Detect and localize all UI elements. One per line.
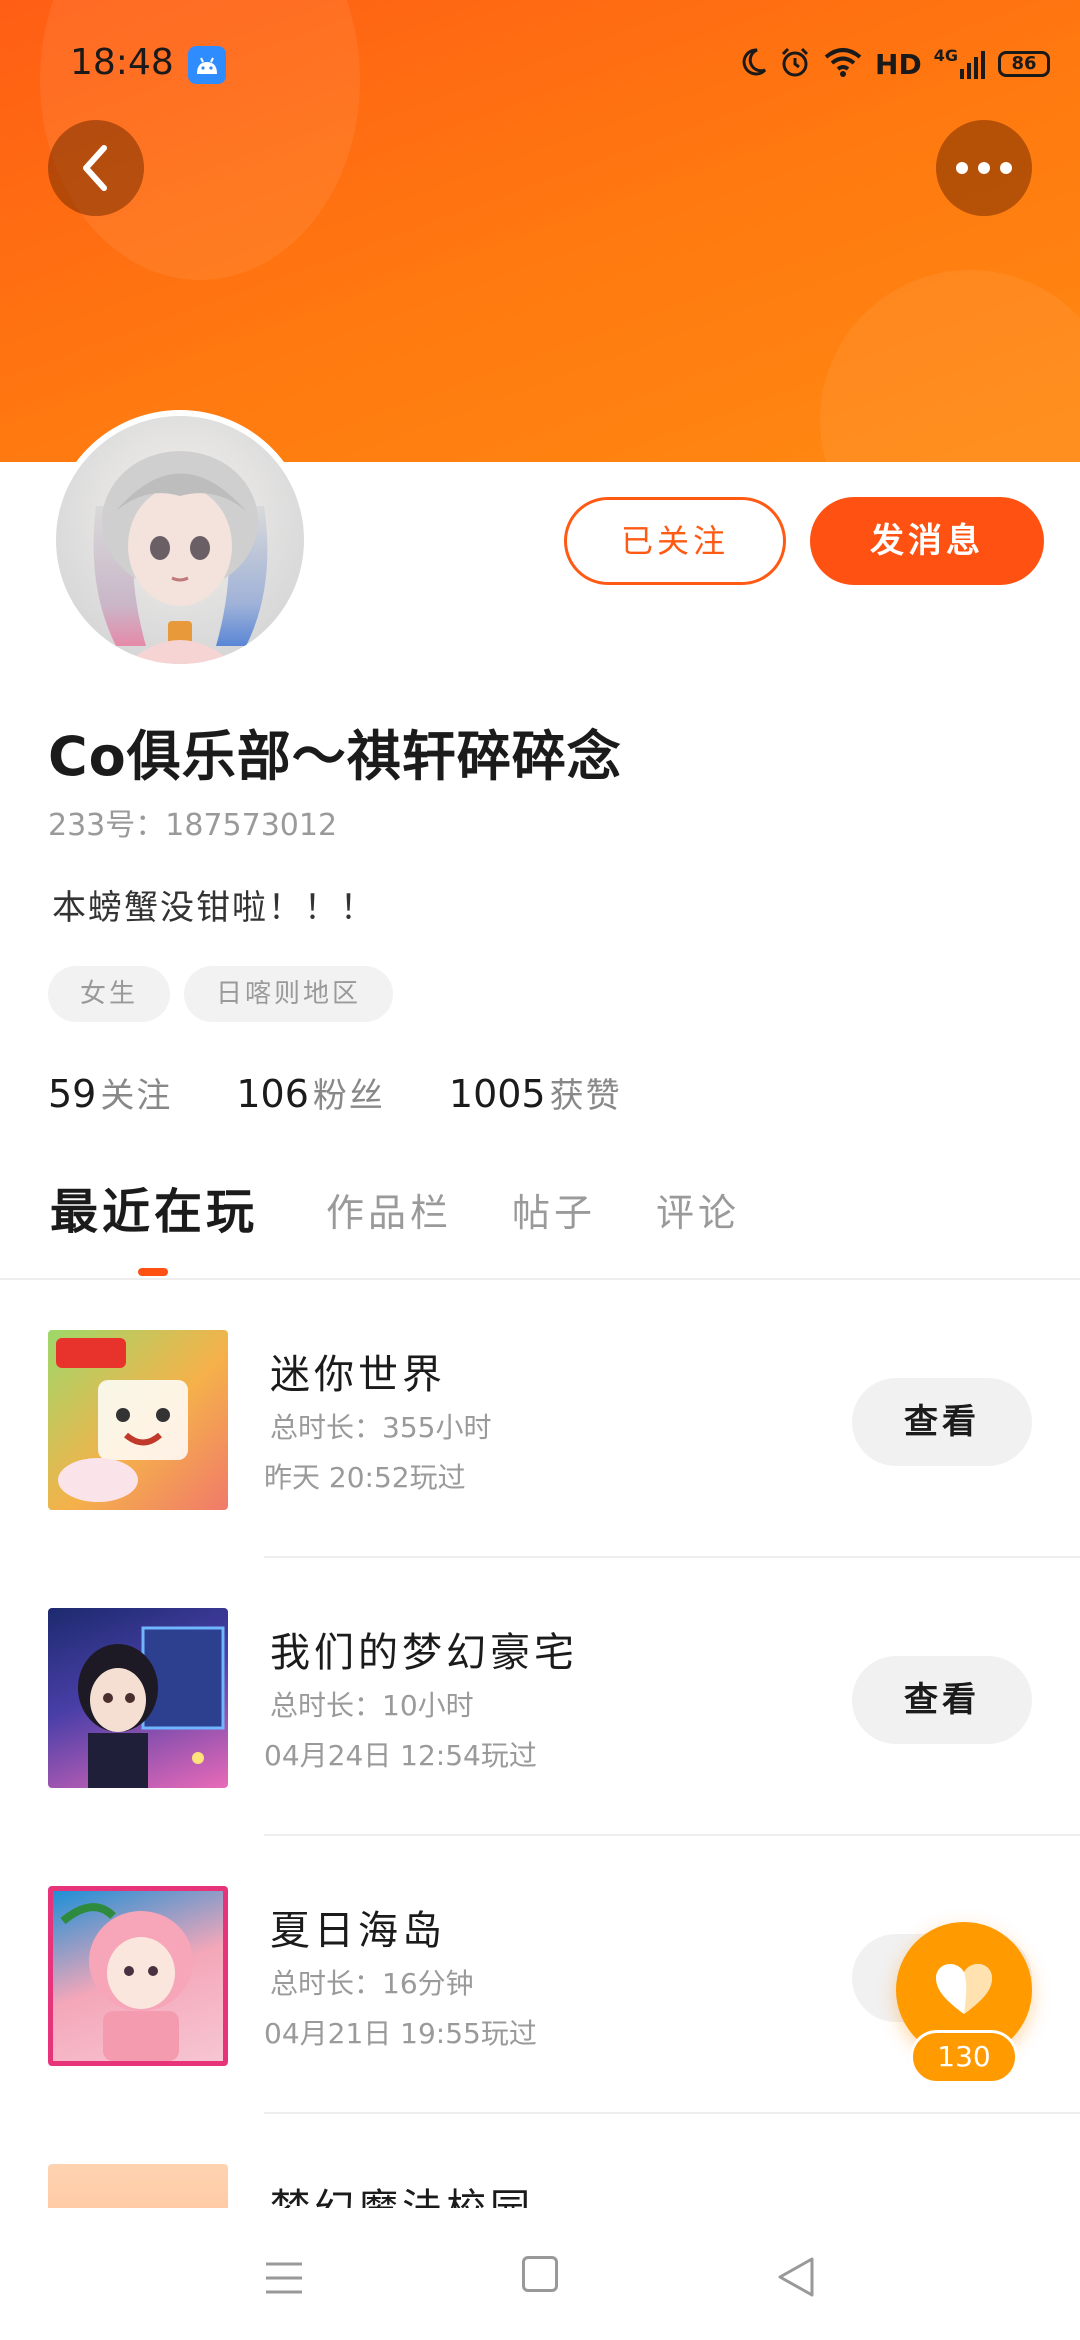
status-time: 18:48	[70, 42, 174, 83]
battery-indicator: 86	[998, 51, 1050, 77]
back-button[interactable]	[48, 120, 144, 216]
game-title: 迷你世界	[270, 1352, 446, 1398]
moon-icon	[739, 46, 767, 82]
stat-following-count: 59	[48, 1072, 97, 1116]
status-icons: HD 4G 86	[739, 44, 1050, 84]
more-button[interactable]	[936, 120, 1032, 216]
avatar-image	[56, 416, 304, 664]
list-item[interactable]: 梦幻魔法校园	[0, 2114, 1080, 2208]
android-notification-icon	[188, 46, 226, 84]
home-icon[interactable]	[522, 2256, 558, 2292]
profile-uid: 233号：187573012	[48, 808, 338, 843]
list-item[interactable]: 我们的梦幻豪宅 总时长：10小时 04月24日 12:54玩过 查看	[0, 1558, 1080, 1836]
profile-tabs: 最近在玩 作品栏 帖子 评论	[0, 1168, 1080, 1280]
game-title: 梦幻魔法校园	[270, 2176, 534, 2208]
list-item[interactable]: 迷你世界 总时长：355小时 昨天 20:52玩过 查看	[0, 1280, 1080, 1558]
stat-fans[interactable]: 106 粉丝	[236, 1068, 385, 1117]
profile-stats: 59 关注 106 粉丝 1005 获赞	[48, 1068, 622, 1117]
profile-nickname: Co俱乐部～祺轩碎碎念	[48, 725, 622, 788]
tab-comments[interactable]: 评论	[656, 1182, 740, 1237]
tab-posts[interactable]: 帖子	[512, 1182, 596, 1237]
stat-following-label: 关注	[100, 1076, 173, 1116]
stat-likes: 1005 获赞	[449, 1068, 622, 1117]
hd-indicator: HD	[875, 47, 922, 81]
active-tab-indicator	[138, 1268, 168, 1276]
game-last-played: 04月24日 12:54玩过	[264, 1739, 537, 1772]
profile-page: 18:48 HD 4G 86 已关注 发消息 Co俱乐部～祺轩碎碎念 233号：…	[0, 0, 1080, 2340]
stat-likes-label: 获赞	[549, 1076, 622, 1116]
tab-works[interactable]: 作品栏	[326, 1182, 452, 1237]
stat-following[interactable]: 59 关注	[48, 1068, 172, 1117]
following-button[interactable]: 已关注	[564, 497, 786, 585]
avatar[interactable]	[50, 410, 310, 670]
game-duration: 总时长：355小时	[270, 1411, 492, 1444]
game-icon-mini-world	[48, 1330, 228, 1510]
profile-bio: 本螃蟹没钳啦！！！	[52, 888, 376, 928]
game-icon-summer-island	[48, 1886, 228, 2066]
game-last-played: 昨天 20:52玩过	[264, 1461, 466, 1494]
alarm-icon	[779, 46, 811, 82]
tag-gender: 女生	[48, 966, 171, 1022]
heart-icon	[936, 1964, 992, 2014]
game-title: 我们的梦幻豪宅	[270, 1630, 578, 1676]
tag-region: 日喀则地区	[184, 966, 394, 1022]
system-navigation-bar	[0, 2208, 1080, 2340]
game-duration: 总时长：10小时	[270, 1689, 474, 1722]
view-button[interactable]: 查看	[852, 1378, 1032, 1466]
like-count: 130	[910, 2030, 1018, 2084]
chevron-left-icon	[83, 145, 107, 191]
wifi-icon	[823, 46, 863, 82]
game-duration: 总时长：16分钟	[270, 1967, 474, 2000]
stat-fans-count: 106	[236, 1072, 309, 1116]
tab-recently-played[interactable]: 最近在玩	[50, 1172, 258, 1242]
more-horizontal-icon	[956, 162, 1012, 174]
send-message-button[interactable]: 发消息	[810, 497, 1044, 585]
game-icon-magic-school	[48, 2164, 228, 2208]
network-type: 4G	[933, 46, 958, 65]
back-triangle-icon[interactable]	[776, 2256, 816, 2298]
signal-icon: 4G	[933, 46, 986, 79]
view-button[interactable]: 查看	[852, 1656, 1032, 1744]
stat-fans-label: 粉丝	[312, 1076, 385, 1116]
status-bar: 18:48 HD 4G 86	[0, 0, 1080, 130]
menu-icon[interactable]	[264, 2260, 304, 2296]
profile-tags: 女生 日喀则地区	[48, 966, 394, 1022]
game-title: 夏日海岛	[270, 1908, 446, 1954]
game-icon-dream-mansion	[48, 1608, 228, 1788]
game-last-played: 04月21日 19:55玩过	[264, 2017, 537, 2050]
stat-likes-count: 1005	[448, 1072, 546, 1116]
